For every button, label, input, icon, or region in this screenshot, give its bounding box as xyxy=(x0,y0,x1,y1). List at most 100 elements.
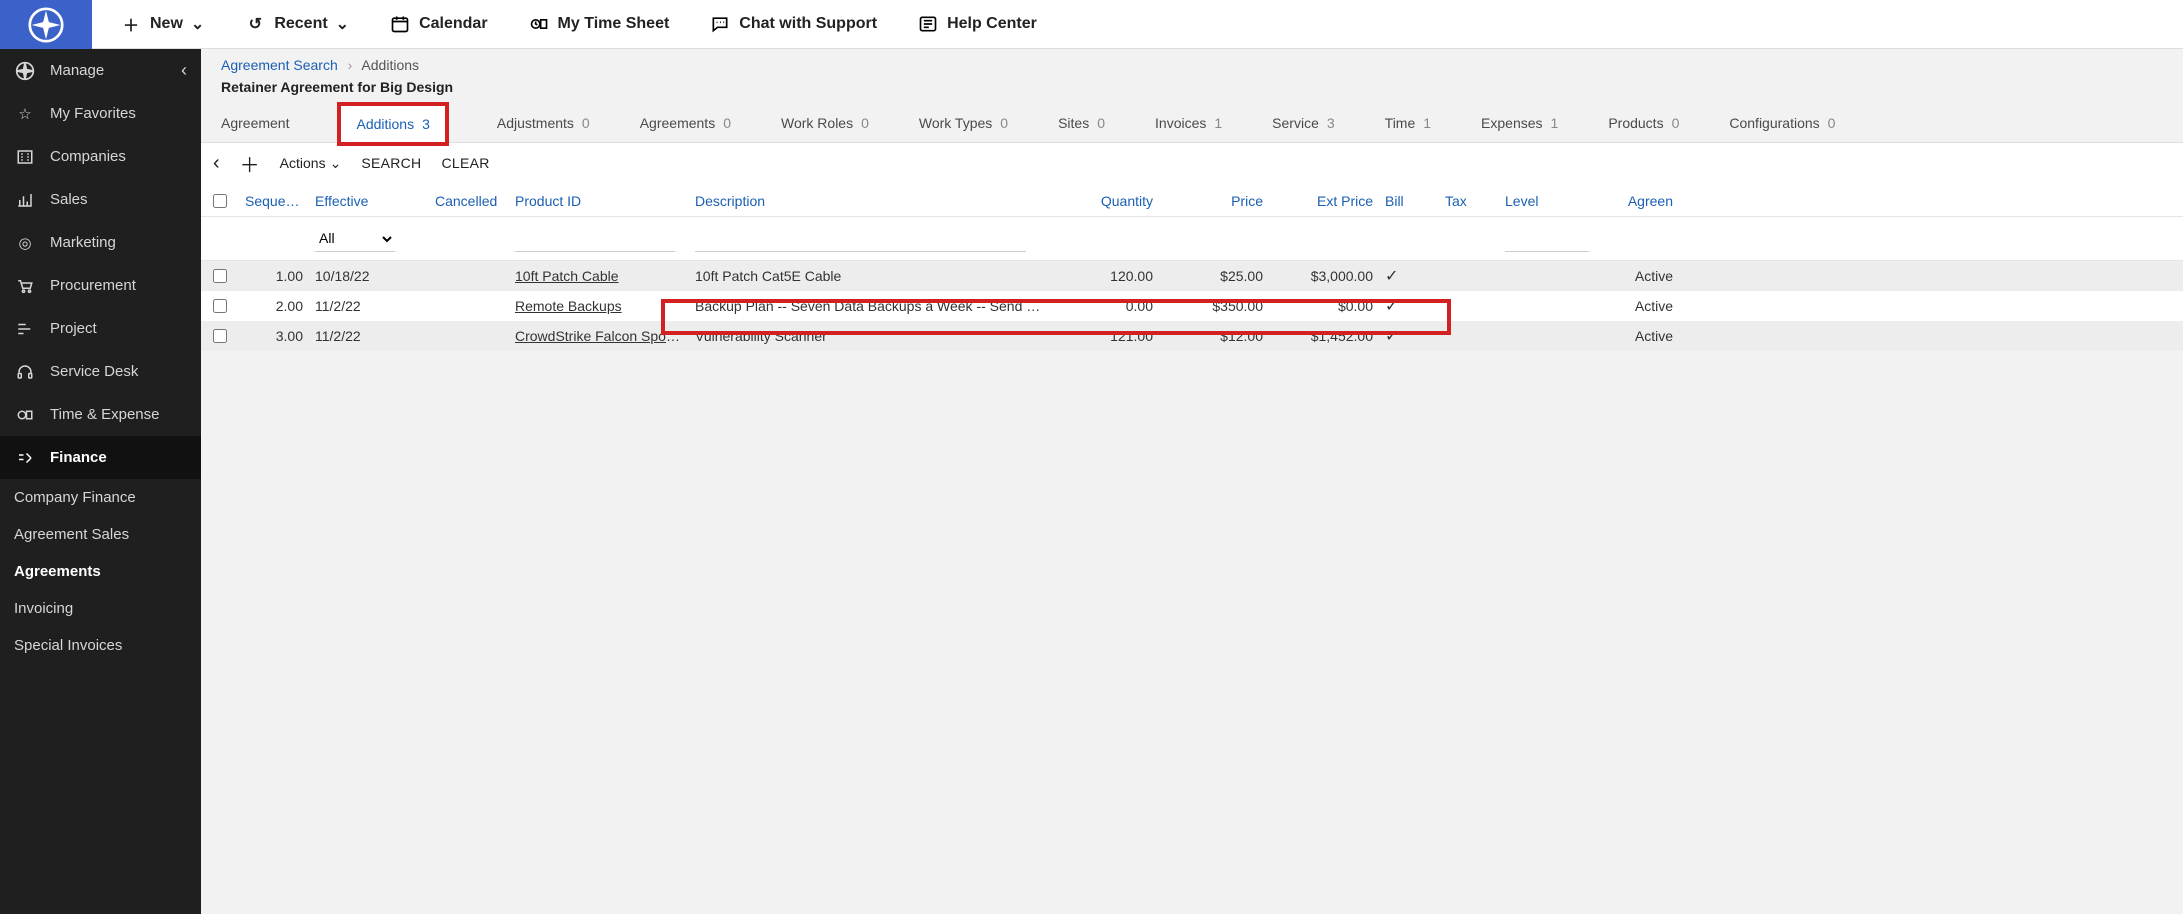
filter-effective[interactable]: All xyxy=(315,226,395,252)
sidebar-item-procurement[interactable]: Procurement xyxy=(0,264,201,307)
tab-work-roles[interactable]: Work Roles0 xyxy=(781,103,869,143)
col-cancelled[interactable]: Cancelled xyxy=(429,193,509,209)
timesheet-icon xyxy=(528,13,550,35)
new-button[interactable]: ＋ New ⌄ xyxy=(120,13,204,35)
back-button[interactable]: ‹ xyxy=(213,152,220,175)
row-checkbox[interactable] xyxy=(213,329,227,343)
sub-item-agreement-sales[interactable]: Agreement Sales xyxy=(0,516,201,553)
chat-button[interactable]: Chat with Support xyxy=(709,13,877,35)
help-button[interactable]: Help Center xyxy=(917,13,1037,35)
tab-products[interactable]: Products0 xyxy=(1608,103,1679,143)
tab-sites[interactable]: Sites0 xyxy=(1058,103,1105,143)
tab-configurations[interactable]: Configurations0 xyxy=(1729,103,1835,143)
compass-icon xyxy=(14,61,36,81)
sidebar-item-favorites[interactable]: ☆ My Favorites xyxy=(0,92,201,135)
filter-level[interactable] xyxy=(1505,226,1589,252)
table-row[interactable]: 1.0010/18/2210ft Patch Cable10ft Patch C… xyxy=(201,261,2183,291)
sidebar-item-project[interactable]: Project xyxy=(0,307,201,350)
tab-additions[interactable]: Additions 3 xyxy=(339,104,446,144)
col-ext-price[interactable]: Ext Price xyxy=(1269,193,1379,209)
col-quantity[interactable]: Quantity xyxy=(1049,193,1159,209)
tab-count: 0 xyxy=(1672,115,1680,131)
help-label: Help Center xyxy=(947,15,1037,33)
chevron-down-icon: ⌄ xyxy=(336,14,349,34)
tab-agreement[interactable]: Agreement xyxy=(221,103,289,143)
tab-work-types[interactable]: Work Types0 xyxy=(919,103,1008,143)
clear-button[interactable]: CLEAR xyxy=(441,155,489,171)
col-tax[interactable]: Tax xyxy=(1439,193,1499,209)
breadcrumb: Agreement Search › Additions xyxy=(201,49,2183,77)
sidebar-item-time-expense[interactable]: Time & Expense xyxy=(0,393,201,436)
chevron-down-icon: ⌄ xyxy=(330,155,342,172)
table-row[interactable]: 2.0011/2/22Remote BackupsBackup Plan -- … xyxy=(201,291,2183,321)
cell-description: Vulnerability Scanner xyxy=(689,328,1049,344)
filter-description[interactable] xyxy=(695,226,1026,252)
add-button[interactable]: ＋ xyxy=(240,149,260,178)
sub-item-company-finance[interactable]: Company Finance xyxy=(0,479,201,516)
sidebar-item-marketing[interactable]: ◎ Marketing xyxy=(0,221,201,264)
building-icon xyxy=(14,148,36,166)
col-description[interactable]: Description xyxy=(689,193,1049,209)
actions-button[interactable]: Actions⌄ xyxy=(280,155,342,172)
tab-invoices[interactable]: Invoices1 xyxy=(1155,103,1222,143)
sidebar-item-label: Finance xyxy=(50,449,107,466)
select-all-checkbox[interactable] xyxy=(213,194,227,208)
row-checkbox[interactable] xyxy=(213,269,227,283)
calendar-button[interactable]: Calendar xyxy=(389,13,487,35)
tab-service[interactable]: Service3 xyxy=(1272,103,1334,143)
tab-label: Sites xyxy=(1058,115,1089,131)
col-level[interactable]: Level xyxy=(1499,193,1599,209)
chat-icon xyxy=(709,13,731,35)
col-sequence[interactable]: Sequence xyxy=(239,193,309,209)
search-button[interactable]: SEARCH xyxy=(361,155,421,171)
product-link[interactable]: Remote Backups xyxy=(515,298,622,314)
app-logo[interactable] xyxy=(0,0,92,49)
sidebar-item-label: Project xyxy=(50,320,97,337)
sub-item-special-invoices[interactable]: Special Invoices xyxy=(0,627,201,664)
table-row[interactable]: 3.0011/2/22CrowdStrike Falcon SpotlightV… xyxy=(201,321,2183,351)
breadcrumb-root[interactable]: Agreement Search xyxy=(221,57,338,73)
tab-label: Additions xyxy=(356,116,414,132)
cell-seq: 3.00 xyxy=(239,328,309,344)
sidebar-item-service-desk[interactable]: Service Desk xyxy=(0,350,201,393)
product-link[interactable]: CrowdStrike Falcon Spotlight xyxy=(515,328,689,344)
sidebar-manage-label: Manage xyxy=(50,62,167,79)
cell-ext: $1,452.00 xyxy=(1269,328,1379,344)
tab-adjustments[interactable]: Adjustments0 xyxy=(497,103,590,143)
tab-count: 1 xyxy=(1551,115,1559,131)
col-price[interactable]: Price xyxy=(1159,193,1269,209)
filter-product[interactable] xyxy=(515,226,675,252)
sidebar-manage[interactable]: Manage ‹ xyxy=(0,49,201,92)
tab-time[interactable]: Time1 xyxy=(1385,103,1431,143)
cart-icon xyxy=(14,277,36,295)
sub-item-agreements[interactable]: Agreements xyxy=(0,553,201,590)
sidebar-item-companies[interactable]: Companies xyxy=(0,135,201,178)
tab-label: Configurations xyxy=(1729,115,1819,131)
breadcrumb-separator: › xyxy=(348,57,353,73)
col-product[interactable]: Product ID xyxy=(509,193,689,209)
product-link[interactable]: 10ft Patch Cable xyxy=(515,268,619,284)
gantt-icon xyxy=(14,320,36,338)
sub-item-invoicing[interactable]: Invoicing xyxy=(0,590,201,627)
sidebar-item-sales[interactable]: Sales xyxy=(0,178,201,221)
col-effective[interactable]: Effective xyxy=(309,193,429,209)
cell-description: 10ft Patch Cat5E Cable xyxy=(689,268,1049,284)
row-checkbox[interactable] xyxy=(213,299,227,313)
tab-count: 1 xyxy=(1423,115,1431,131)
recent-button[interactable]: ↺ Recent ⌄ xyxy=(244,13,349,35)
content: Agreement Search › Additions Retainer Ag… xyxy=(201,49,2183,914)
sidebar-item-label: Sales xyxy=(50,191,88,208)
col-agreen[interactable]: Agreen xyxy=(1599,193,1679,209)
calendar-icon xyxy=(389,13,411,35)
tab-count: 3 xyxy=(422,116,430,132)
tab-agreements[interactable]: Agreements0 xyxy=(640,103,731,143)
sidebar-item-label: Companies xyxy=(50,148,126,165)
finance-icon xyxy=(14,449,36,467)
cell-status: Active xyxy=(1599,298,1679,314)
tab-label: Invoices xyxy=(1155,115,1206,131)
timesheet-button[interactable]: My Time Sheet xyxy=(528,13,670,35)
col-bill[interactable]: Bill xyxy=(1379,193,1439,209)
sidebar-item-finance[interactable]: Finance xyxy=(0,436,201,479)
tab-expenses[interactable]: Expenses1 xyxy=(1481,103,1558,143)
tab-count: 3 xyxy=(1327,115,1335,131)
